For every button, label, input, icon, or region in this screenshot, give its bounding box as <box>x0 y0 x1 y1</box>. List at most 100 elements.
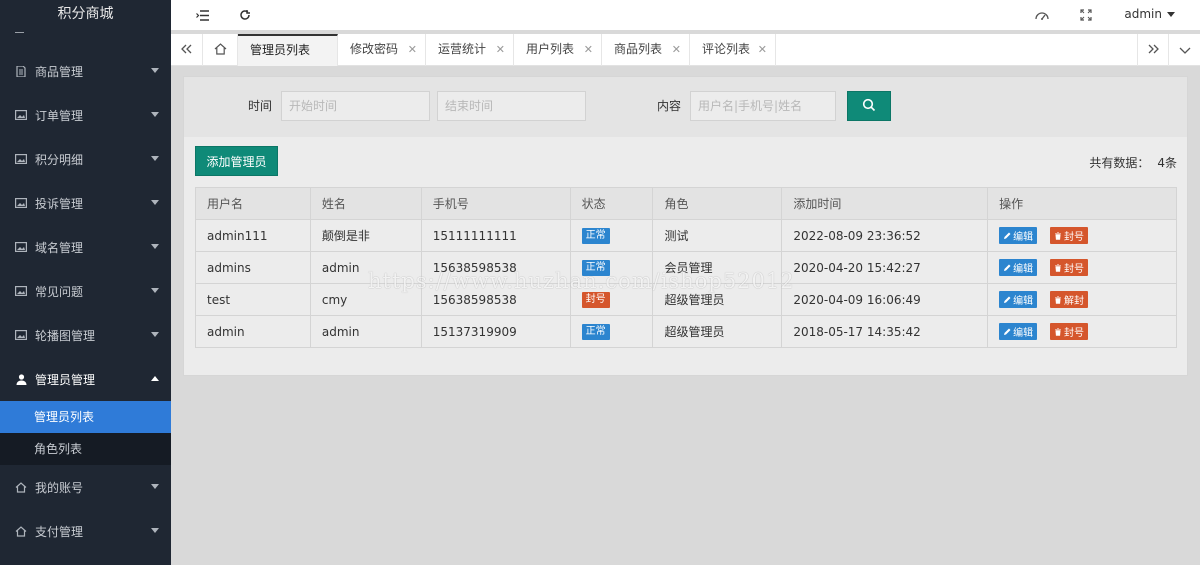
search-button[interactable] <box>847 91 891 121</box>
sidebar-item-label: 商品管理 <box>35 64 84 79</box>
sidebar-subitem-admin-list[interactable]: 管理员列表 <box>0 401 171 433</box>
tab-label: 商品列表 <box>614 42 663 56</box>
sidebar-item-admins[interactable]: 管理员管理 <box>0 357 171 401</box>
chevron-down-icon <box>151 484 159 489</box>
time-cell: 2022-08-09 23:36:52 <box>781 219 989 252</box>
home-tab-button[interactable] <box>203 34 238 66</box>
sidebar-item-products[interactable]: 商品管理 <box>0 49 171 93</box>
status-cell: 正常 <box>569 315 654 348</box>
status-badge: 正常 <box>581 228 610 244</box>
image-icon <box>15 197 27 209</box>
status-cell: 封号 <box>569 283 654 316</box>
user-menu[interactable]: admin <box>1124 7 1175 21</box>
table-header-row: 用户名 姓名 手机号 状态 角色 添加时间 操作 <box>195 187 1177 220</box>
chevron-down-icon <box>151 200 159 205</box>
edit-label: 编辑 <box>1013 296 1034 307</box>
edit-button[interactable]: 编辑 <box>999 227 1038 244</box>
sidebar-subitem-role-list[interactable]: 角色列表 <box>0 433 171 465</box>
name-cell: admin <box>309 251 422 284</box>
add-admin-button[interactable]: 添加管理员 <box>195 146 278 176</box>
tabs-menu-button[interactable] <box>1169 34 1200 66</box>
sidebar-item-complaints[interactable]: 投诉管理 <box>0 181 171 225</box>
close-icon[interactable]: ✕ <box>584 34 593 65</box>
ban-button[interactable]: 封号 <box>1049 227 1088 244</box>
ban-button[interactable]: 封号 <box>1049 259 1088 276</box>
unban-label: 解封 <box>1063 296 1084 307</box>
username-cell: admin111 <box>195 219 311 252</box>
image-icon <box>15 241 27 253</box>
ban-button[interactable]: 封号 <box>1049 323 1088 340</box>
sidebar-item-label: 支付管理 <box>35 524 84 539</box>
time-cell: 2020-04-09 16:06:49 <box>781 283 989 316</box>
trash-icon <box>1054 327 1061 336</box>
role-cell: 测试 <box>652 219 783 252</box>
sidebar-item-label: 常见问题 <box>35 284 84 299</box>
tab-operations-stats[interactable]: 运营统计 ✕ <box>426 34 514 66</box>
divider <box>15 32 24 33</box>
close-icon[interactable]: ✕ <box>408 34 417 65</box>
image-icon <box>15 109 27 121</box>
close-icon[interactable]: ✕ <box>672 34 681 65</box>
menu-collapse-icon[interactable] <box>193 6 211 24</box>
edit-label: 编辑 <box>1013 232 1034 243</box>
tab-label: 运营统计 <box>438 42 487 56</box>
edit-button[interactable]: 编辑 <box>999 291 1038 308</box>
sidebar-item-label: 管理员管理 <box>35 372 96 387</box>
username-cell: test <box>195 283 311 316</box>
close-icon[interactable]: ✕ <box>758 34 767 65</box>
image-icon <box>15 329 27 341</box>
tab-product-list[interactable]: 商品列表 ✕ <box>602 34 690 66</box>
theme-icon[interactable] <box>1033 6 1051 24</box>
sidebar-item-domains[interactable]: 域名管理 <box>0 225 171 269</box>
fullscreen-icon[interactable] <box>1077 6 1095 24</box>
column-header: 操作 <box>987 187 1177 220</box>
actions-cell: 编辑 解封 <box>987 283 1177 316</box>
actions-cell: 编辑 封号 <box>987 219 1177 252</box>
phone-cell: 15111111111 <box>420 219 571 252</box>
keyword-search-input[interactable] <box>690 91 836 121</box>
name-cell: admin <box>309 315 422 348</box>
ban-label: 封号 <box>1063 232 1084 243</box>
tabs-scroll-left-button[interactable] <box>171 34 203 66</box>
sidebar-item-points[interactable]: 积分明细 <box>0 137 171 181</box>
table-row: admin admin 15137319909 正常 超级管理员 2018-05… <box>195 315 1177 348</box>
search-icon <box>862 98 876 115</box>
edit-button[interactable]: 编辑 <box>999 259 1038 276</box>
chevron-down-icon <box>151 332 159 337</box>
edit-button[interactable]: 编辑 <box>999 323 1038 340</box>
home-icon <box>15 525 27 537</box>
sidebar-item-my-account[interactable]: 我的账号 <box>0 465 171 509</box>
sidebar-item-payment[interactable]: 支付管理 <box>0 509 171 553</box>
chevron-down-icon <box>1179 43 1191 57</box>
home-icon <box>15 481 27 493</box>
table-row: admins admin 15638598538 正常 会员管理 2020-04… <box>195 251 1177 284</box>
username-cell: admin <box>195 315 311 348</box>
image-icon <box>15 153 27 165</box>
refresh-icon[interactable] <box>236 6 254 24</box>
tab-comment-list[interactable]: 评论列表 ✕ <box>690 34 776 66</box>
top-header: admin <box>171 0 1200 30</box>
end-time-input[interactable] <box>437 91 586 121</box>
total-label: 共有数据： <box>1089 156 1150 170</box>
unban-button[interactable]: 解封 <box>1049 291 1088 308</box>
column-header: 姓名 <box>309 187 422 220</box>
sidebar-item-orders[interactable]: 订单管理 <box>0 93 171 137</box>
tab-change-password[interactable]: 修改密码 ✕ <box>338 34 426 66</box>
tab-admin-list[interactable]: 管理员列表 <box>238 34 338 66</box>
document-icon <box>15 65 27 77</box>
tabs-scroll-right-button[interactable] <box>1137 34 1169 66</box>
start-time-input[interactable] <box>281 91 430 121</box>
sidebar-item-label: 投诉管理 <box>35 196 84 211</box>
tab-label: 用户列表 <box>526 42 575 56</box>
sidebar-item-carousel[interactable]: 轮播图管理 <box>0 313 171 357</box>
chevron-down-icon <box>151 68 159 73</box>
close-icon[interactable]: ✕ <box>496 34 505 65</box>
actions-cell: 编辑 封号 <box>987 251 1177 284</box>
tab-user-list[interactable]: 用户列表 ✕ <box>514 34 602 66</box>
chevron-down-icon <box>151 112 159 117</box>
sidebar-item-faq[interactable]: 常见问题 <box>0 269 171 313</box>
admin-table: 用户名 姓名 手机号 状态 角色 添加时间 操作 admin111 颠倒是非 1… <box>195 187 1177 348</box>
trash-icon <box>1054 231 1061 240</box>
tab-label: 评论列表 <box>702 42 751 56</box>
status-badge: 封号 <box>581 292 610 308</box>
